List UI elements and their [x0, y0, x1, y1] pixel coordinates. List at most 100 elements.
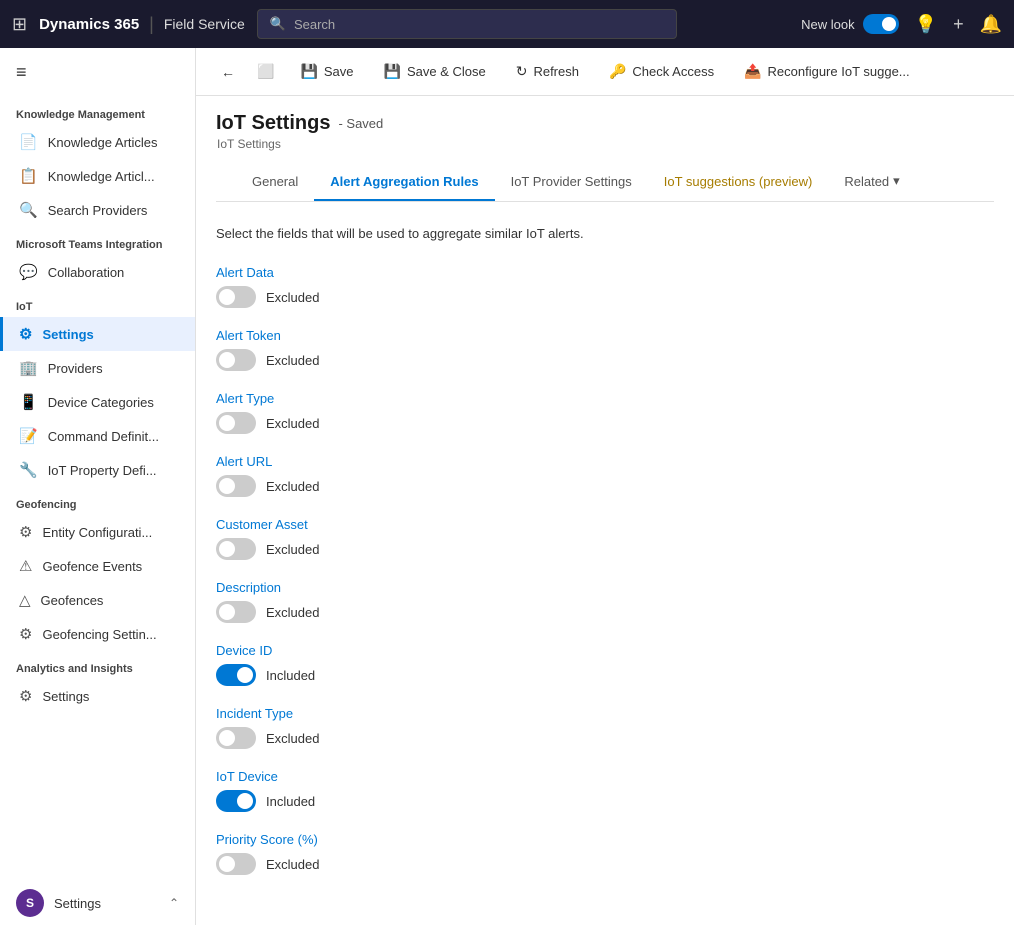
toggle-status-customer-asset: Excluded	[266, 542, 319, 557]
search-box[interactable]: 🔍 Search	[257, 9, 677, 39]
section-iot: IoT	[0, 289, 195, 317]
related-tab-label: Related	[844, 174, 889, 189]
field-row-customer-asset: Customer Asset Excluded	[216, 517, 994, 560]
refresh-icon: ↻	[516, 63, 528, 80]
tab-iot-provider-settings[interactable]: IoT Provider Settings	[495, 164, 648, 201]
sidebar-item-geofence-events[interactable]: ⚠ Geofence Events	[0, 549, 195, 583]
toggle-alert-url[interactable]	[216, 475, 256, 497]
lightbulb-icon[interactable]: 💡	[915, 14, 937, 35]
tab-iot-suggestions[interactable]: IoT suggestions (preview)	[648, 164, 829, 201]
check-access-icon: 🔑	[609, 63, 626, 80]
sidebar-item-device-categories[interactable]: 📱 Device Categories	[0, 385, 195, 419]
chevron-up-icon: ⌃	[169, 896, 179, 910]
sidebar-item-analytics-settings[interactable]: ⚙ Settings	[0, 679, 195, 713]
form-content: Select the fields that will be used to a…	[196, 202, 1014, 925]
sidebar-item-knowledge-articles[interactable]: 📄 Knowledge Articles	[0, 125, 195, 159]
save-icon: 💾	[300, 63, 317, 80]
brand-name[interactable]: Dynamics 365	[39, 16, 139, 33]
new-look-toggle[interactable]: New look	[801, 14, 898, 34]
toggle-iot-device[interactable]	[216, 790, 256, 812]
toggle-description[interactable]	[216, 601, 256, 623]
field-toggle-row-alert-token: Excluded	[216, 349, 994, 371]
toggle-alert-type[interactable]	[216, 412, 256, 434]
entity-icon: ⚙	[19, 523, 32, 541]
field-label-incident-type: Incident Type	[216, 706, 994, 721]
tab-general[interactable]: General	[236, 164, 314, 201]
sidebar-item-label: Knowledge Articles	[48, 135, 158, 150]
field-row-alert-type: Alert TypeExcluded	[216, 391, 994, 434]
sidebar-item-iot-settings[interactable]: ⚙ Settings	[0, 317, 195, 351]
sidebar-item-search-providers[interactable]: 🔍 Search Providers	[0, 193, 195, 227]
chat-icon: 💬	[19, 263, 38, 281]
sidebar-bottom-user[interactable]: S Settings ⌃	[0, 881, 195, 925]
section-teams-integration: Microsoft Teams Integration	[0, 227, 195, 255]
top-navigation: ⊞ Dynamics 365 | Field Service 🔍 Search …	[0, 0, 1014, 48]
reconfigure-button[interactable]: 📤 Reconfigure IoT sugge...	[731, 56, 923, 87]
save-button[interactable]: 💾 Save	[287, 56, 366, 87]
document-icon-2: 📋	[19, 167, 38, 185]
sidebar-item-command-definitions[interactable]: 📝 Command Definit...	[0, 419, 195, 453]
toggle-alert-data[interactable]	[216, 286, 256, 308]
toggle-alert-token[interactable]	[216, 349, 256, 371]
tab-alert-aggregation-rules[interactable]: Alert Aggregation Rules	[314, 164, 494, 201]
sidebar-item-providers[interactable]: 🏢 Providers	[0, 351, 195, 385]
toolbar: ← ⬜ 💾 Save 💾 Save & Close ↻ Refresh 🔑 Ch…	[196, 48, 1014, 96]
field-row-iot-device: IoT Device Included	[216, 769, 994, 812]
analytics-settings-icon: ⚙	[19, 687, 32, 705]
bell-icon[interactable]: 🔔	[980, 14, 1002, 35]
plus-icon[interactable]: +	[953, 14, 964, 35]
new-look-switch[interactable]	[863, 14, 899, 34]
sidebar-item-entity-configurations[interactable]: ⚙ Entity Configurati...	[0, 515, 195, 549]
sidebar-item-label: Collaboration	[48, 265, 125, 280]
sidebar-menu-toggle[interactable]: ≡	[0, 48, 195, 97]
sidebar-item-label: IoT Property Defi...	[48, 463, 157, 478]
saved-badge: - Saved	[338, 116, 383, 131]
tab-related[interactable]: Related ▾	[828, 163, 915, 201]
sidebar-item-geofences[interactable]: △ Geofences	[0, 583, 195, 617]
toggle-incident-type[interactable]	[216, 727, 256, 749]
form-description: Select the fields that will be used to a…	[216, 226, 994, 241]
expand-button[interactable]: ⬜	[248, 56, 283, 87]
sidebar-item-geofencing-settings[interactable]: ⚙ Geofencing Settin...	[0, 617, 195, 651]
section-analytics: Analytics and Insights	[0, 651, 195, 679]
search-icon: 🔍	[270, 16, 286, 32]
toggle-status-alert-token: Excluded	[266, 353, 319, 368]
field-toggle-row-incident-type: Excluded	[216, 727, 994, 749]
refresh-button[interactable]: ↻ Refresh	[503, 56, 592, 87]
page-subtitle: IoT Settings	[216, 137, 994, 151]
new-look-label: New look	[801, 17, 854, 32]
sidebar: ≡ Knowledge Management 📄 Knowledge Artic…	[0, 48, 196, 925]
back-button[interactable]: ←	[212, 57, 244, 87]
sidebar-item-iot-property-def[interactable]: 🔧 IoT Property Defi...	[0, 453, 195, 487]
sidebar-item-label: Settings	[42, 689, 89, 704]
content-area: ← ⬜ 💾 Save 💾 Save & Close ↻ Refresh 🔑 Ch…	[196, 48, 1014, 925]
grid-icon[interactable]: ⊞	[12, 14, 27, 35]
field-toggle-row-alert-url: Excluded	[216, 475, 994, 497]
check-access-button[interactable]: 🔑 Check Access	[596, 56, 727, 87]
sidebar-item-knowledge-articles-2[interactable]: 📋 Knowledge Articl...	[0, 159, 195, 193]
field-toggle-row-description: Excluded	[216, 601, 994, 623]
sidebar-item-label: Settings	[42, 327, 93, 342]
field-toggle-row-iot-device: Included	[216, 790, 994, 812]
toggle-status-alert-data: Excluded	[266, 290, 319, 305]
toggle-priority-score[interactable]	[216, 853, 256, 875]
sidebar-bottom-label: Settings	[54, 896, 159, 911]
chevron-down-icon: ▾	[893, 173, 900, 189]
toggle-customer-asset[interactable]	[216, 538, 256, 560]
tab-bar: General Alert Aggregation Rules IoT Prov…	[216, 163, 994, 202]
sidebar-item-collaboration[interactable]: 💬 Collaboration	[0, 255, 195, 289]
sidebar-item-label: Entity Configurati...	[42, 525, 152, 540]
field-label-alert-data: Alert Data	[216, 265, 994, 280]
field-label-iot-device: IoT Device	[216, 769, 994, 784]
field-label-customer-asset: Customer Asset	[216, 517, 994, 532]
module-name[interactable]: Field Service	[164, 16, 245, 32]
field-row-incident-type: Incident Type Excluded	[216, 706, 994, 749]
sidebar-item-label: Providers	[48, 361, 103, 376]
field-row-alert-token: Alert TokenExcluded	[216, 328, 994, 371]
toggle-device-id[interactable]	[216, 664, 256, 686]
field-label-device-id: Device ID	[216, 643, 994, 658]
save-close-button[interactable]: 💾 Save & Close	[371, 56, 499, 87]
device-icon: 📱	[19, 393, 38, 411]
reconfigure-icon: 📤	[744, 63, 761, 80]
search-placeholder: Search	[294, 17, 335, 32]
